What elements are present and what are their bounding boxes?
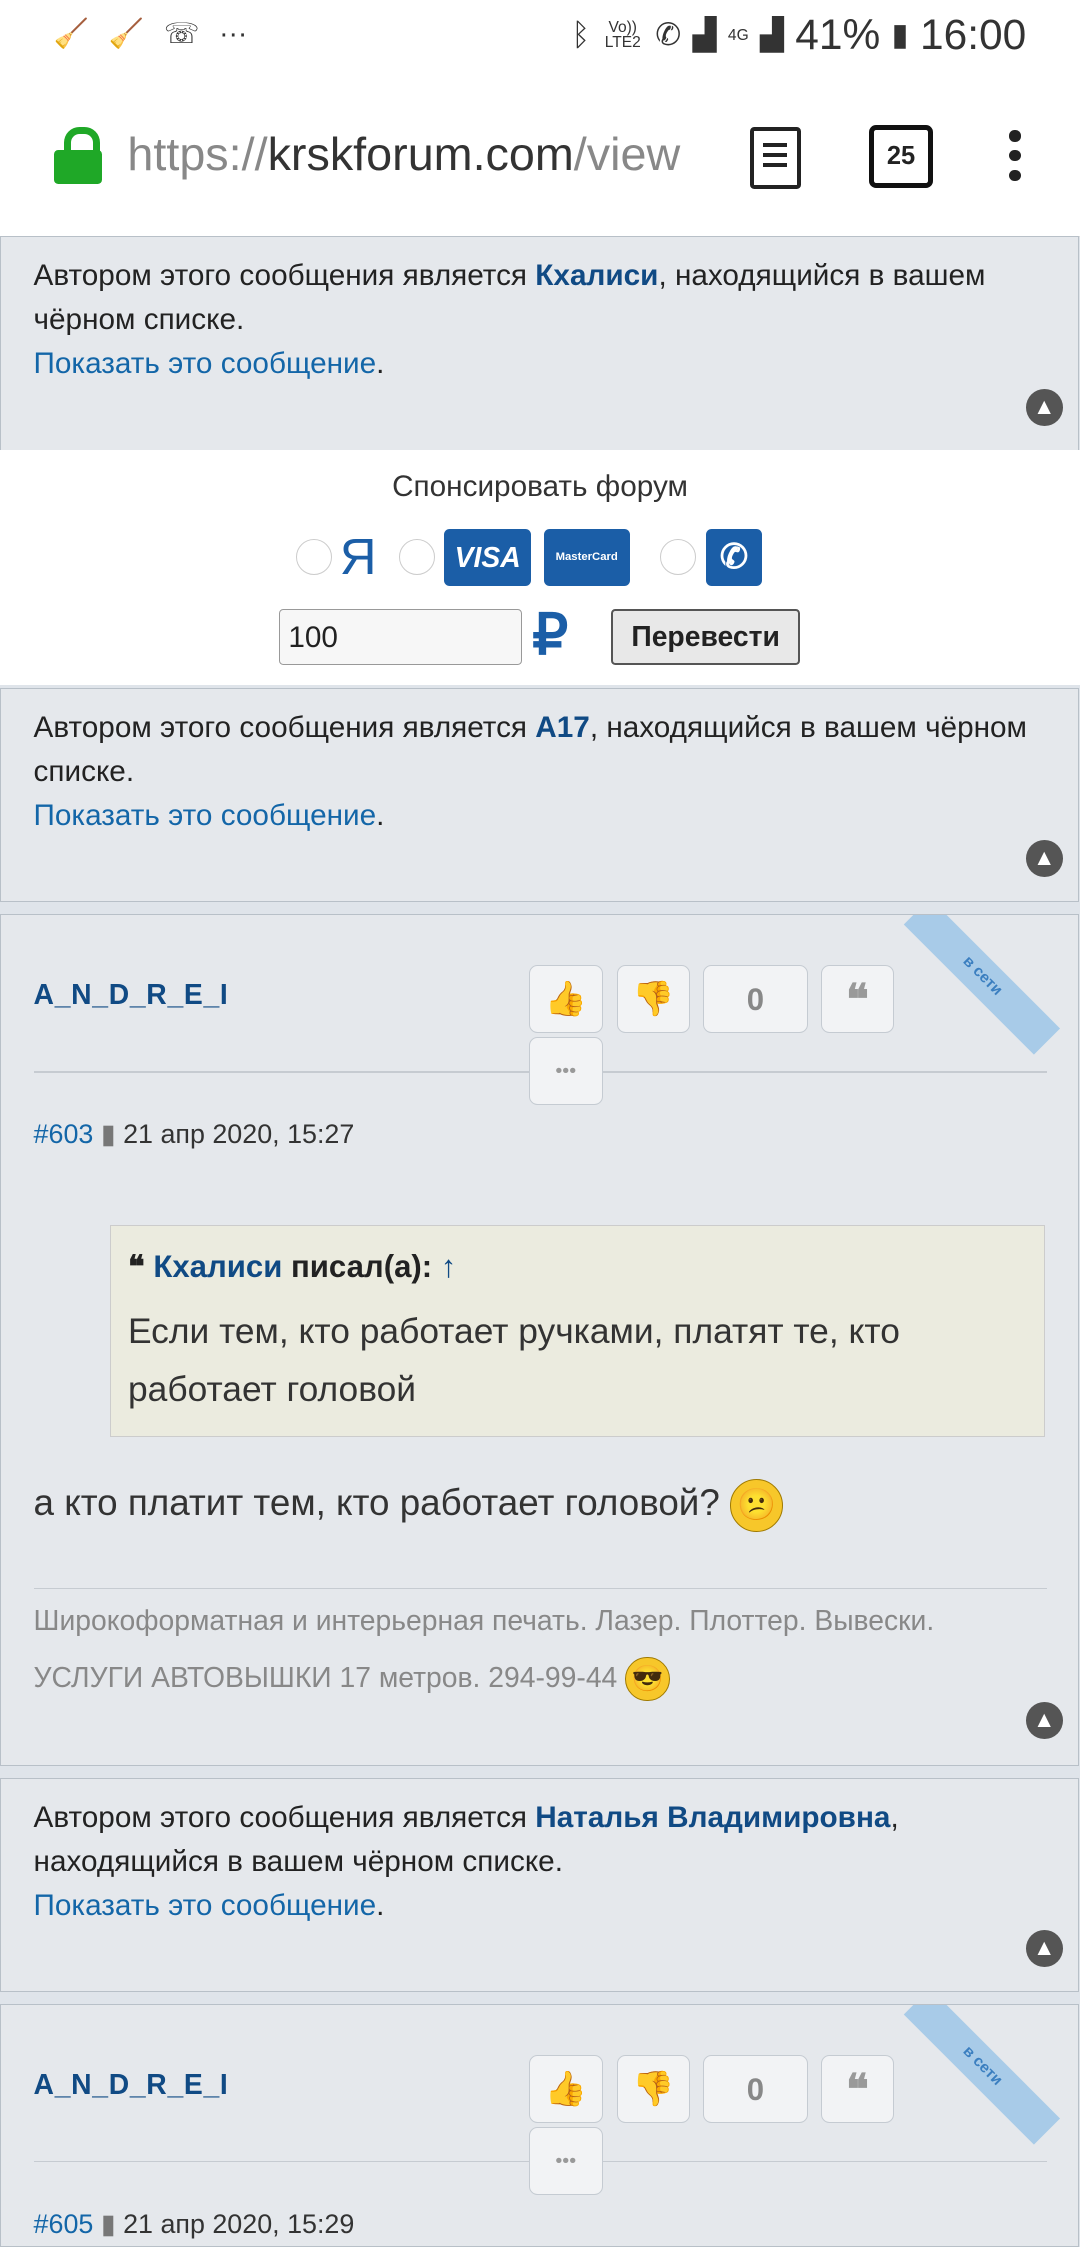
battery-percent: 41% [795, 11, 881, 59]
show-message-link[interactable]: Показать это сообщение [34, 1889, 377, 1922]
show-message-link[interactable]: Показать это сообщение [34, 347, 377, 380]
post-author[interactable]: A_N_D_R_E_I [34, 2068, 229, 2101]
post-author[interactable]: A_N_D_R_E_I [34, 978, 229, 1011]
reader-mode-icon[interactable] [750, 127, 801, 190]
forum-post: в сети A_N_D_R_E_I 👍 👎 0 ❝ ••• #605 ▮ 21… [0, 2004, 1080, 2247]
dislike-icon[interactable]: 👎 [616, 964, 691, 1033]
online-badge: в сети [903, 2005, 1060, 2145]
yandex-radio[interactable] [295, 539, 332, 576]
post-number-link[interactable]: #605 [34, 2209, 94, 2239]
blocked-username[interactable]: Кхалиси [535, 259, 658, 292]
signature-divider [33, 1587, 1048, 1590]
tab-switcher-button[interactable]: 25 [869, 124, 933, 189]
quote-wrote: писал(а): [282, 1249, 441, 1285]
bluetooth-icon: ᛒ [571, 17, 591, 53]
more-actions-button[interactable]: ••• [528, 2127, 603, 2195]
amount-input[interactable]: 100 [278, 608, 523, 666]
volte-label: Vo)) LTE2 [604, 18, 641, 52]
url-host: krskforum.com [267, 128, 574, 181]
quote-source-arrow[interactable]: ↑ [441, 1249, 457, 1284]
show-message-link[interactable]: Показать это сообщение [34, 799, 377, 832]
quote-author[interactable]: Кхалиси [153, 1249, 282, 1284]
period: . [376, 347, 385, 381]
period: . [376, 1888, 385, 1922]
post-page-icon: ▮ [100, 1119, 116, 1150]
sponsor-title: Спонсировать форум [392, 469, 688, 503]
quote-icon: ❝ [127, 1249, 154, 1285]
blocked-prefix: Автором этого сообщения является [33, 710, 536, 744]
signal-icon: ▟ [692, 17, 717, 53]
blocked-prefix: Автором этого сообщения является [33, 1800, 536, 1834]
overflow-menu-icon[interactable] [1009, 130, 1021, 189]
post-page-icon: ▮ [100, 2209, 116, 2240]
cool-smiley-icon: 😎 [625, 1656, 670, 1702]
quote-block: ❝ Кхалиси писал(а): ↑ Если тем, кто рабо… [109, 1225, 1045, 1437]
scroll-top-icon[interactable]: ▲ [1025, 1930, 1063, 1968]
phone-radio[interactable] [659, 539, 696, 576]
online-badge: в сети [903, 915, 1060, 1055]
quote-text: Если тем, кто работает ручками, платят т… [127, 1311, 900, 1409]
network-type-label: 4G [727, 26, 749, 44]
missed-call-icon: ☏ [163, 16, 200, 49]
confused-smiley-icon: 😕 [730, 1478, 784, 1532]
yandex-icon: Я [339, 527, 377, 585]
ruble-icon: ₽ [532, 602, 569, 666]
broom-icon: 🧹 [53, 16, 90, 49]
like-icon[interactable]: 👍 [528, 2054, 603, 2123]
period: . [376, 798, 385, 832]
call-icon: ✆ [655, 17, 682, 53]
blocked-message: Автором этого сообщения является A17, на… [0, 687, 1080, 903]
blocked-username[interactable]: A17 [535, 711, 590, 744]
vote-count: 0 [703, 2054, 808, 2123]
blocked-prefix: Автором этого сообщения является [33, 259, 536, 293]
scroll-top-icon[interactable]: ▲ [1025, 840, 1063, 878]
signal-icon: ▟ [760, 17, 784, 53]
url-scheme: https:// [127, 128, 268, 181]
phone-icon: ✆ [706, 529, 762, 586]
blocked-username[interactable]: Наталья Владимировна [535, 1801, 890, 1834]
forum-post: в сети A_N_D_R_E_I 👍 👎 0 ❝ ••• #603 ▮ 21… [0, 914, 1080, 1766]
broom-icon: 🧹 [108, 16, 145, 49]
post-date: 21 апр 2020, 15:29 [123, 2209, 355, 2240]
quote-icon[interactable]: ❝ [820, 964, 895, 1033]
scroll-top-icon[interactable]: ▲ [1025, 1702, 1063, 1740]
more-actions-button[interactable]: ••• [528, 1037, 603, 1106]
blocked-message: Автором этого сообщения является Наталья… [0, 1777, 1080, 1993]
url-field[interactable]: https://krskforum.com/view [127, 127, 710, 181]
transfer-button[interactable]: Перевести [611, 608, 800, 666]
battery-icon: ▮ [891, 17, 909, 53]
like-icon[interactable]: 👍 [528, 964, 603, 1033]
clock: 16:00 [919, 11, 1027, 59]
blocked-message: Автором этого сообщения является Кхалиси… [0, 236, 1080, 451]
post-number-link[interactable]: #603 [34, 1119, 94, 1149]
status-bar: 🧹 🧹 ☏ ··· ᛒ Vo)) LTE2 ✆ ▟ 4G ▟ 41% ▮ 16:… [0, 0, 1080, 74]
scroll-top-icon[interactable]: ▲ [1025, 388, 1063, 426]
dislike-icon[interactable]: 👎 [616, 2054, 691, 2123]
post-body: а кто платит тем, кто работает головой? [33, 1481, 720, 1523]
more-dots-icon: ··· [219, 16, 248, 49]
visa-icon: VISA [444, 529, 531, 586]
post-signature: Широкоформатная и интерьерная печать. Ла… [33, 1604, 935, 1693]
post-date: 21 апр 2020, 15:27 [123, 1119, 355, 1150]
browser-toolbar: https://krskforum.com/view 25 [0, 73, 1080, 238]
quote-icon[interactable]: ❝ [820, 2054, 895, 2123]
vote-count: 0 [703, 964, 808, 1033]
url-path: /view [573, 128, 681, 181]
lock-icon[interactable] [53, 127, 102, 184]
mastercard-icon: MasterCard [543, 529, 630, 586]
